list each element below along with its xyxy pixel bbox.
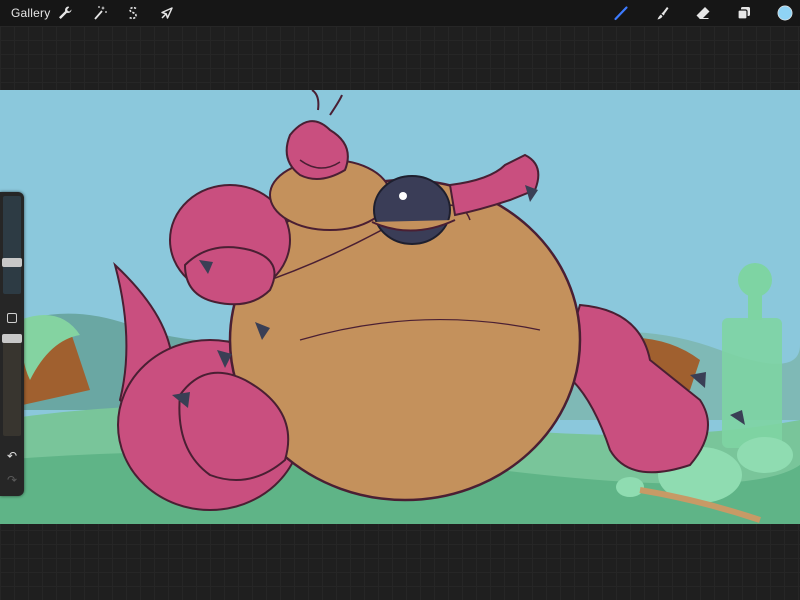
layers-icon[interactable] — [735, 4, 753, 22]
color-swatch-icon[interactable] — [776, 4, 794, 22]
brush-sidebar: ↶ ↷ — [0, 192, 24, 496]
undo-icon[interactable]: ↶ — [5, 450, 19, 462]
gallery-button[interactable]: Gallery — [11, 6, 50, 20]
opacity-thumb[interactable] — [2, 334, 22, 344]
arrow-cursor-icon[interactable] — [158, 4, 176, 22]
brush-size-thumb[interactable] — [2, 258, 22, 268]
brush-icon[interactable] — [612, 4, 630, 22]
magic-wand-icon[interactable] — [91, 4, 109, 22]
drawing-canvas[interactable] — [0, 90, 800, 524]
wrench-icon[interactable] — [56, 4, 74, 22]
square-modify-icon[interactable] — [7, 313, 17, 323]
redo-icon[interactable]: ↷ — [5, 474, 19, 486]
opacity-slider[interactable] — [3, 334, 21, 436]
eraser-icon[interactable] — [694, 4, 712, 22]
top-toolbar: Gallery — [0, 0, 800, 26]
selection-s-icon[interactable] — [124, 4, 142, 22]
smudge-icon[interactable] — [653, 4, 671, 22]
brush-size-slider[interactable] — [3, 196, 21, 294]
artwork-illustration — [0, 90, 800, 524]
